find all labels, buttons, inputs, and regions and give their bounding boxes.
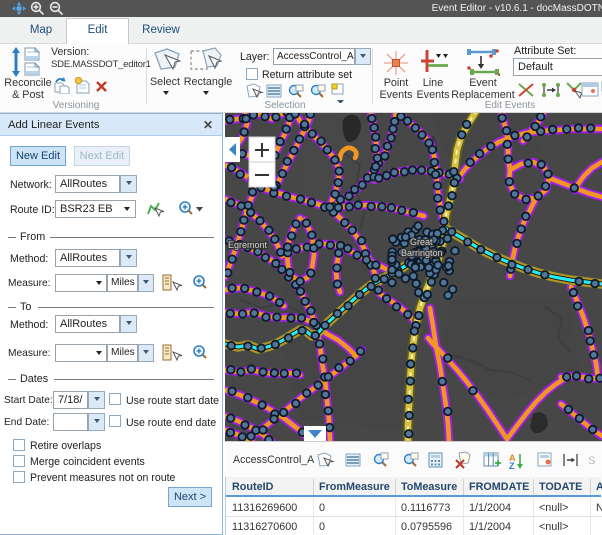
svg-text:Barrington: Barrington xyxy=(401,248,443,258)
svg-text:Great: Great xyxy=(410,237,433,247)
svg-text:Z: Z xyxy=(509,461,515,471)
svg-text:Egremont: Egremont xyxy=(228,240,268,250)
svg-text:S: S xyxy=(588,455,595,467)
